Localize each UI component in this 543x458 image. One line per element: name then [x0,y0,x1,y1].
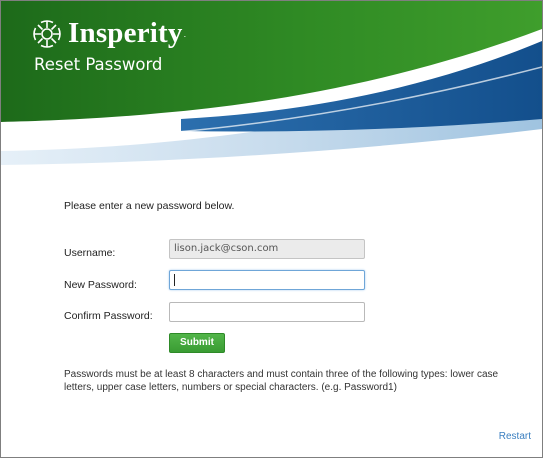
new-password-label: New Password: [64,279,137,291]
restart-link[interactable]: Restart [499,431,531,442]
page-title: Reset Password [34,55,163,74]
brand-trademark: . [183,28,187,39]
new-password-input[interactable] [169,270,365,290]
submit-button[interactable]: Submit [169,333,225,353]
instruction-text: Please enter a new password below. [64,200,235,212]
confirm-password-label: Confirm Password: [64,310,153,322]
header-banner: Insperity. Reset Password [1,1,542,171]
username-label: Username: [64,247,116,259]
insperity-logo: Insperity. [32,17,186,50]
password-requirements-text: Passwords must be at least 8 characters … [64,369,499,393]
confirm-password-input[interactable] [169,302,365,322]
username-field: lison.jack@cson.com [169,239,365,259]
insperity-logo-icon [33,19,61,48]
reset-password-window: Insperity. Reset Password Please enter a… [0,0,543,458]
brand-name: Insperity [68,17,183,49]
text-cursor [174,274,175,286]
